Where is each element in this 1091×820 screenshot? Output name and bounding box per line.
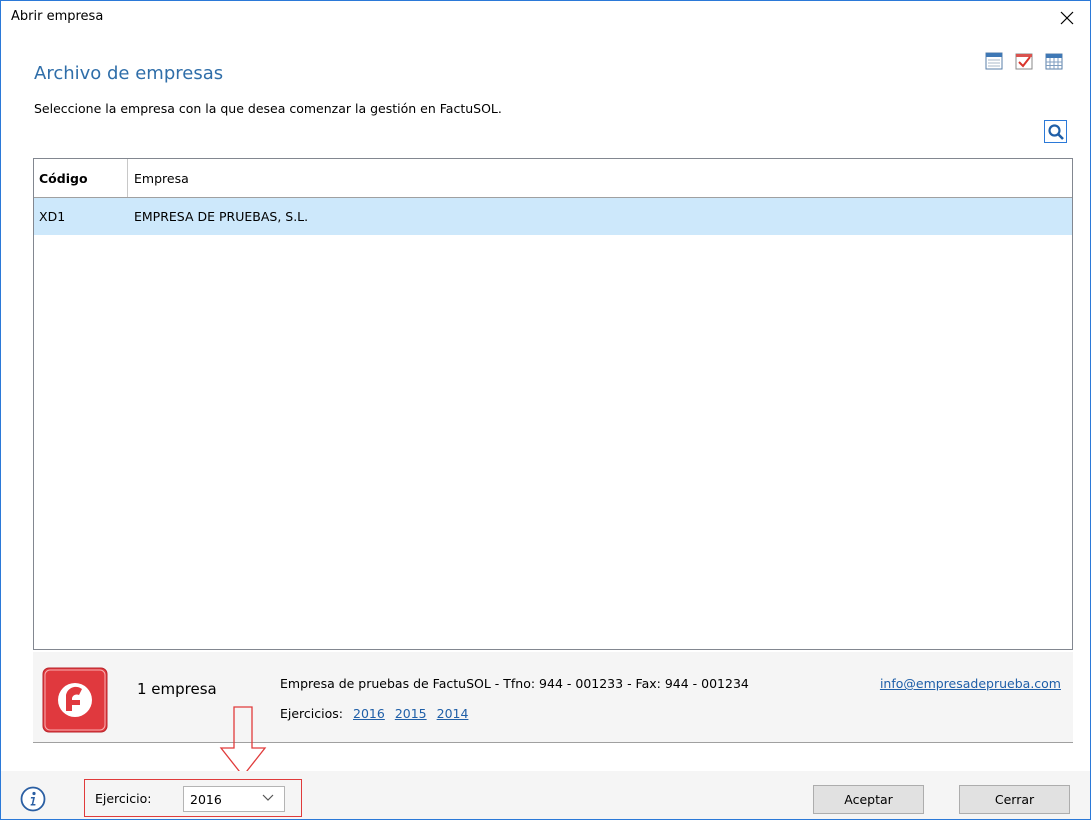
search-button[interactable] [1044, 120, 1067, 143]
open-company-dialog: Abrir empresa Archivo de empresas Selecc… [0, 0, 1091, 820]
close-icon [1060, 11, 1074, 25]
company-details: Empresa de pruebas de FactuSOL - Tfno: 9… [280, 676, 749, 691]
title-bar: Abrir empresa [1, 1, 1090, 35]
accept-button[interactable]: Aceptar [813, 785, 924, 814]
grid-calendar-icon[interactable] [1044, 51, 1064, 71]
cell-company: EMPRESA DE PRUEBAS, S.L. [134, 209, 309, 224]
ejercicio-select[interactable]: 2016 [183, 786, 285, 812]
ejercicio-selected-value: 2016 [190, 791, 222, 807]
table-row[interactable]: XD1 EMPRESA DE PRUEBAS, S.L. [34, 198, 1072, 235]
info-icon[interactable] [20, 786, 46, 812]
dialog-footer: Ejercicio: 2016 Aceptar Cerrar [1, 771, 1090, 819]
column-header-code[interactable]: Código [34, 159, 128, 197]
email-link[interactable]: info@empresadeprueba.com [880, 676, 1061, 691]
annotation-arrow-icon [219, 706, 267, 778]
calendar-icon[interactable] [984, 51, 1004, 71]
column-header-company[interactable]: Empresa [128, 159, 1072, 197]
page-title: Archivo de empresas [34, 63, 224, 84]
company-info-panel: 1 empresa Empresa de pruebas de FactuSOL… [33, 652, 1073, 743]
ejercicio-link-2016[interactable]: 2016 [353, 706, 385, 721]
company-count: 1 empresa [137, 680, 217, 698]
cell-code: XD1 [39, 209, 66, 224]
chevron-down-icon [262, 794, 274, 801]
table-header: Código Empresa [34, 159, 1072, 198]
ejercicios-label: Ejercicios: [280, 706, 343, 721]
ejercicio-link-2014[interactable]: 2014 [437, 706, 469, 721]
search-icon [1047, 123, 1064, 140]
ejercicio-link-2015[interactable]: 2015 [395, 706, 427, 721]
checklist-icon[interactable] [1014, 51, 1034, 71]
instruction-text: Seleccione la empresa con la que desea c… [34, 101, 502, 116]
ejercicio-label: Ejercicio: [95, 791, 152, 806]
toolbar [984, 51, 1064, 71]
ejercicio-highlight: Ejercicio: 2016 [84, 779, 302, 817]
window-title: Abrir empresa [11, 9, 104, 24]
factusol-logo [42, 667, 108, 733]
ejercicios-list: Ejercicios: 2016 2015 2014 [280, 706, 468, 721]
close-button[interactable]: Cerrar [959, 785, 1070, 814]
close-window-button[interactable] [1044, 1, 1090, 35]
company-table: Código Empresa XD1 EMPRESA DE PRUEBAS, S… [33, 158, 1073, 650]
